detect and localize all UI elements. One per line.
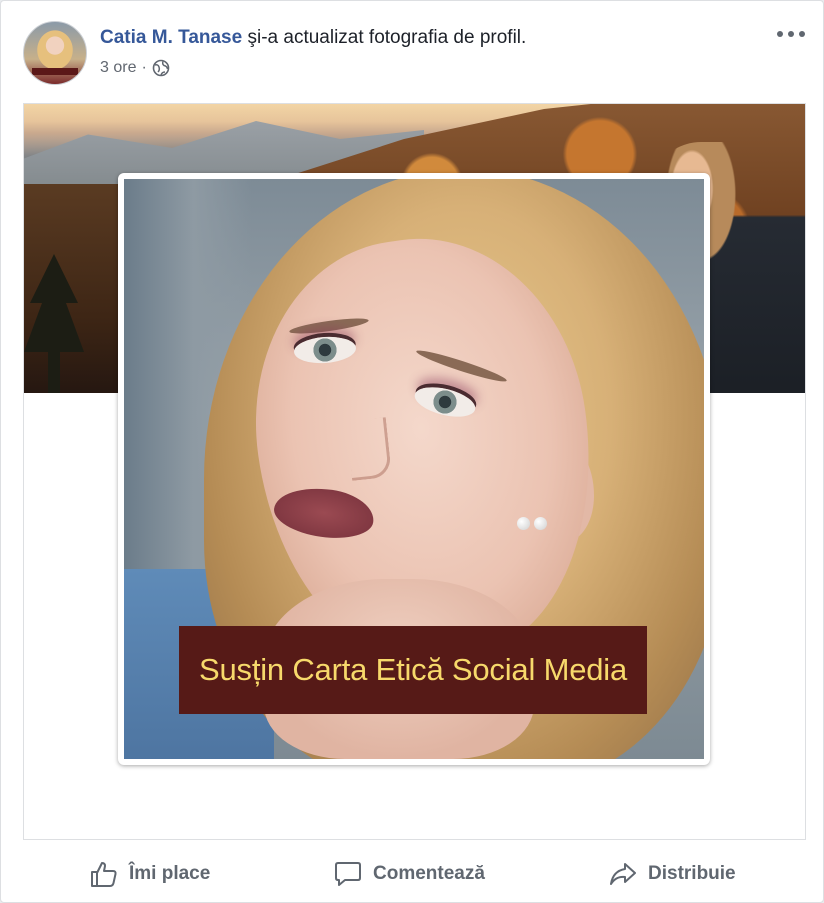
profile-photo-frame[interactable]: Susțin Carta Etică Social Media [118, 173, 710, 765]
post-timestamp[interactable]: 3 ore [100, 59, 136, 77]
comment-button[interactable]: Comentează [333, 849, 485, 899]
more-options-icon[interactable] [777, 27, 805, 41]
thumbs-up-icon [91, 862, 117, 887]
banner-text: Susțin Carta Etică Social Media [199, 652, 627, 687]
post-meta: 3 ore · [100, 59, 170, 77]
comment-icon [335, 862, 361, 886]
like-button[interactable]: Îmi place [89, 849, 210, 899]
comment-label: Comentează [373, 863, 485, 884]
photo-earring [534, 517, 547, 530]
feed-post: Catia M. Tanase şi-a actualizat fotograf… [0, 0, 824, 903]
meta-separator: · [141, 59, 147, 76]
avatar-banner [32, 68, 78, 75]
profile-frame-banner: Susțin Carta Etică Social Media [179, 626, 647, 714]
photo-nose [345, 417, 393, 481]
post-actions-bar: Îmi place Comentează Distribuie [1, 849, 824, 899]
photo-earring [517, 517, 530, 530]
share-label: Distribuie [648, 863, 736, 884]
post-title-line: Catia M. Tanase şi-a actualizat fotograf… [100, 27, 526, 49]
like-label: Îmi place [129, 863, 211, 884]
profile-photo: Susțin Carta Etică Social Media [124, 179, 704, 759]
post-header: Catia M. Tanase şi-a actualizat fotograf… [23, 21, 809, 85]
share-arrow-icon [610, 863, 636, 885]
author-avatar[interactable] [23, 21, 87, 85]
post-action-text: şi-a actualizat fotografia de profil. [247, 27, 527, 48]
share-button[interactable]: Distribuie [608, 849, 736, 899]
more-dot [777, 31, 783, 37]
author-name-link[interactable]: Catia M. Tanase [100, 27, 242, 48]
more-dot [788, 31, 794, 37]
post-media[interactable]: Susțin Carta Etică Social Media [23, 103, 806, 840]
more-dot [799, 31, 805, 37]
globe-icon[interactable] [152, 59, 170, 77]
